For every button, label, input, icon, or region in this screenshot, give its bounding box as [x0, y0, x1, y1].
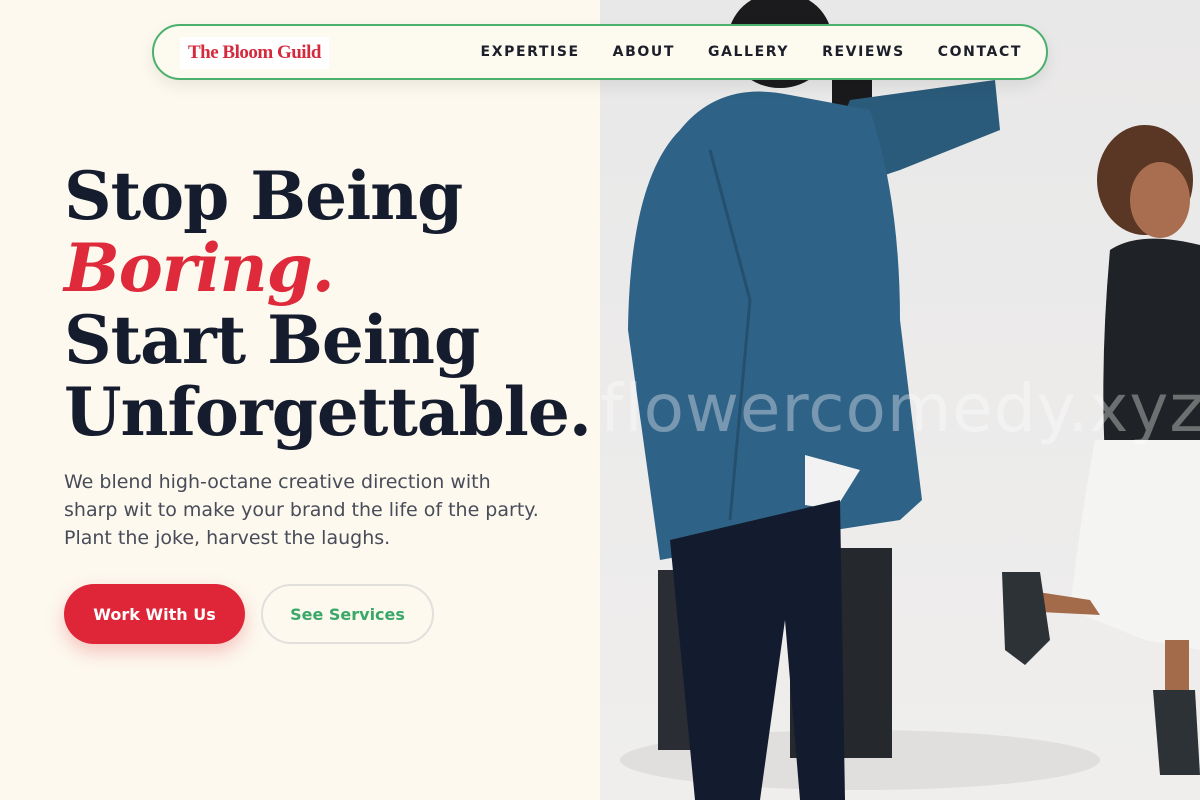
headline-line-1: Stop Being — [64, 157, 463, 235]
nav-links: EXPERTISE ABOUT GALLERY REVIEWS CONTACT — [481, 26, 1022, 78]
headline-line-3: Start Being — [64, 301, 480, 379]
headline-accent-line: Boring. — [64, 229, 335, 307]
nav-link-expertise[interactable]: EXPERTISE — [481, 44, 580, 60]
hero-subtext: We blend high-octane creative direction … — [64, 471, 539, 549]
nav-link-reviews[interactable]: REVIEWS — [822, 44, 905, 60]
brand-logo[interactable]: The Bloom Guild — [180, 37, 329, 69]
nav-link-about[interactable]: ABOUT — [613, 44, 675, 60]
see-services-button[interactable]: See Services — [261, 584, 434, 644]
work-with-us-button[interactable]: Work With Us — [64, 584, 245, 644]
headline-line-4: Unforgettable. — [64, 373, 592, 451]
watermark-text: flowercomedy.xyz — [600, 370, 1200, 447]
nav-link-gallery[interactable]: GALLERY — [708, 44, 789, 60]
hero-headline: Stop Being Boring. Start Being Unforgett… — [64, 157, 592, 451]
nav-link-contact[interactable]: CONTACT — [938, 44, 1022, 60]
hero-photo: flowercomedy.xyz — [600, 0, 1200, 800]
top-navigation: The Bloom Guild EXPERTISE ABOUT GALLERY … — [152, 24, 1048, 80]
